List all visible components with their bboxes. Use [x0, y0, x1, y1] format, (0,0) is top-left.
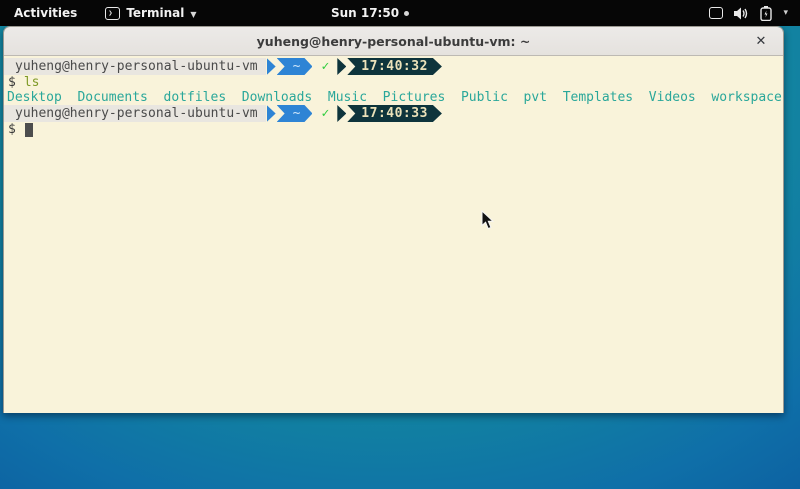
prompt-path-segment: ~ — [277, 58, 313, 75]
prompt-time-segment: 17:40:33 — [347, 105, 442, 122]
prompt-user-host: yuheng@henry-personal-ubuntu-vm — [4, 105, 266, 122]
activities-button[interactable]: Activities — [14, 6, 77, 20]
system-status-area[interactable]: ▾ — [709, 6, 788, 21]
window-title: yuheng@henry-personal-ubuntu-vm: ~ — [257, 34, 531, 49]
prompt-line-1: yuheng@henry-personal-ubuntu-vm ~ ✓ 17:4… — [4, 58, 783, 75]
system-menu-chevron-icon: ▾ — [783, 8, 788, 18]
current-input-line: $ — [4, 122, 783, 137]
clock-label: Sun 17:50 — [331, 6, 399, 20]
command-line: $ ls — [4, 75, 783, 90]
notification-dot-icon — [404, 11, 409, 16]
window-titlebar[interactable]: yuheng@henry-personal-ubuntu-vm: ~ ✕ — [4, 27, 783, 56]
volume-icon — [734, 7, 749, 20]
powerline-arrow-icon — [337, 105, 346, 122]
app-menu-terminal[interactable]: ❯ Terminal ▼ — [105, 6, 196, 20]
prompt-user-host: yuheng@henry-personal-ubuntu-vm — [4, 58, 266, 75]
mouse-cursor — [481, 210, 494, 230]
terminal-window: yuheng@henry-personal-ubuntu-vm: ~ ✕ yuh… — [3, 26, 784, 413]
prompt-symbol: $ — [4, 122, 16, 137]
gnome-top-bar: Activities ❯ Terminal ▼ Sun 17:50 ▾ — [0, 0, 800, 26]
powerline-arrow-icon — [267, 105, 276, 122]
prompt-symbol: $ — [4, 75, 16, 90]
status-check-icon: ✓ — [321, 105, 329, 122]
ls-output-line: Desktop Documents dotfiles Downloads Mus… — [4, 90, 783, 105]
status-check-icon: ✓ — [321, 58, 329, 75]
terminal-body[interactable]: yuheng@henry-personal-ubuntu-vm ~ ✓ 17:4… — [4, 56, 783, 413]
battery-charging-icon — [760, 6, 772, 21]
prompt-time-segment: 17:40:32 — [347, 58, 442, 75]
terminal-icon: ❯ — [105, 7, 120, 20]
desktop: Activities ❯ Terminal ▼ Sun 17:50 ▾ — [0, 0, 800, 489]
powerline-arrow-icon — [267, 58, 276, 75]
prompt-line-2: yuheng@henry-personal-ubuntu-vm ~ ✓ 17:4… — [4, 105, 783, 122]
prompt-path-segment: ~ — [277, 105, 313, 122]
chevron-down-icon: ▼ — [190, 10, 196, 19]
display-icon — [709, 7, 723, 19]
terminal-cursor — [25, 123, 33, 137]
directory-list: Desktop Documents dotfiles Downloads Mus… — [4, 90, 782, 105]
typed-command: ls — [24, 75, 40, 90]
close-button[interactable]: ✕ — [749, 27, 773, 56]
app-menu-label: Terminal — [126, 6, 184, 20]
powerline-arrow-icon — [337, 58, 346, 75]
